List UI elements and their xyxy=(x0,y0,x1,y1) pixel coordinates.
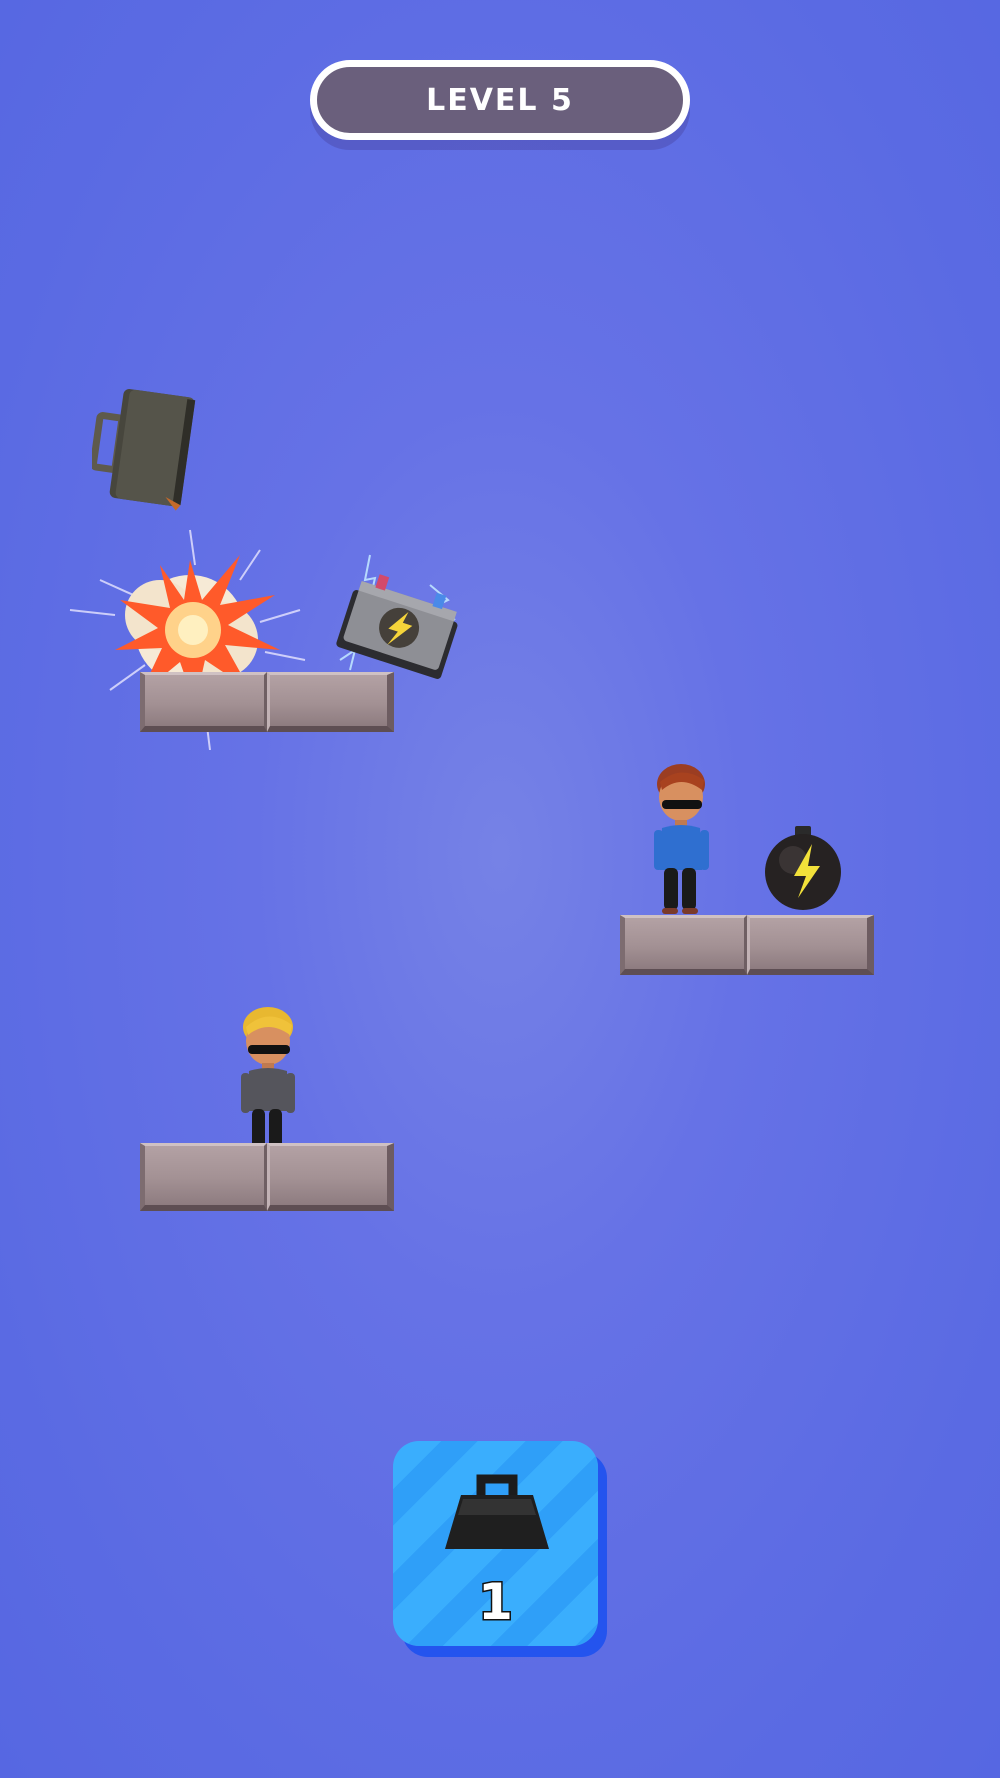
platform-block xyxy=(747,915,874,975)
platform-right xyxy=(620,915,874,975)
platform-block xyxy=(140,1143,267,1211)
briefcase-icon[interactable] xyxy=(89,382,202,517)
level-label: LEVEL 5 xyxy=(426,82,574,118)
platform-block xyxy=(140,672,267,732)
platform-block xyxy=(267,672,394,732)
platform-bottom-left xyxy=(140,1143,394,1211)
battery-icon[interactable] xyxy=(330,550,470,690)
red-haired-agent[interactable] xyxy=(648,762,718,917)
platform-block xyxy=(267,1143,394,1211)
weight-item-button[interactable]: 1 xyxy=(393,1441,598,1646)
platform-top-left xyxy=(140,672,394,732)
item-count: 1 xyxy=(477,1572,515,1633)
blond-agent[interactable] xyxy=(234,1005,304,1165)
bomb-icon[interactable] xyxy=(760,822,846,910)
weight-icon xyxy=(441,1473,553,1553)
platform-block xyxy=(620,915,747,975)
level-indicator: LEVEL 5 xyxy=(310,60,690,140)
